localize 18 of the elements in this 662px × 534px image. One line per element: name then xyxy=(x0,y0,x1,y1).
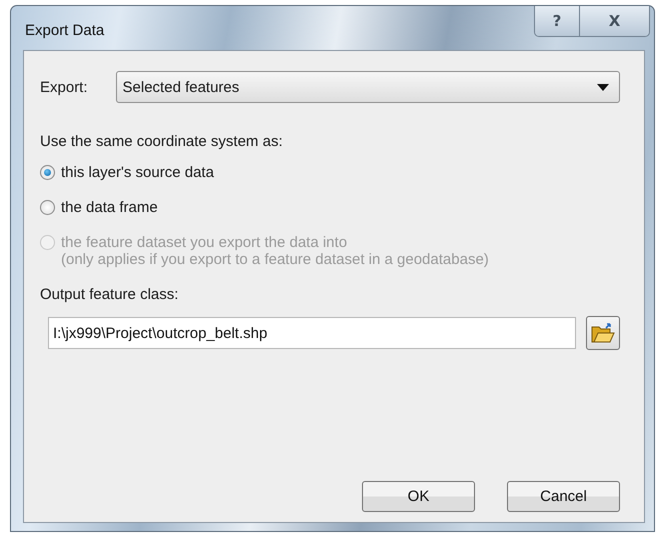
ok-button[interactable]: OK xyxy=(362,481,475,512)
radio-button[interactable] xyxy=(40,200,55,215)
help-button[interactable]: ? xyxy=(535,6,579,36)
field-label: Output feature class: xyxy=(40,286,180,303)
radio-button[interactable] xyxy=(40,165,55,180)
folder-icon xyxy=(591,322,615,344)
caret-icon xyxy=(597,84,609,90)
section-label: Use the same coordinate system as: xyxy=(40,133,284,150)
export-dropdown[interactable]: Selected features xyxy=(116,71,620,103)
option-label: the data frame xyxy=(61,199,158,216)
field-label: Export: xyxy=(40,78,88,96)
output-path-field[interactable]: I:\jx999\Project\outcrop_belt.shp xyxy=(48,317,576,349)
option-label: the feature dataset you export the data into (only applies if you export to a feature dataset in a geodatabase) xyxy=(61,234,489,268)
browse-button[interactable] xyxy=(586,316,620,350)
close-button[interactable]: X xyxy=(579,6,649,36)
option-label: this layer's source data xyxy=(61,164,214,181)
cancel-button[interactable]: Cancel xyxy=(507,481,620,512)
window-title: Export Data xyxy=(25,22,104,39)
